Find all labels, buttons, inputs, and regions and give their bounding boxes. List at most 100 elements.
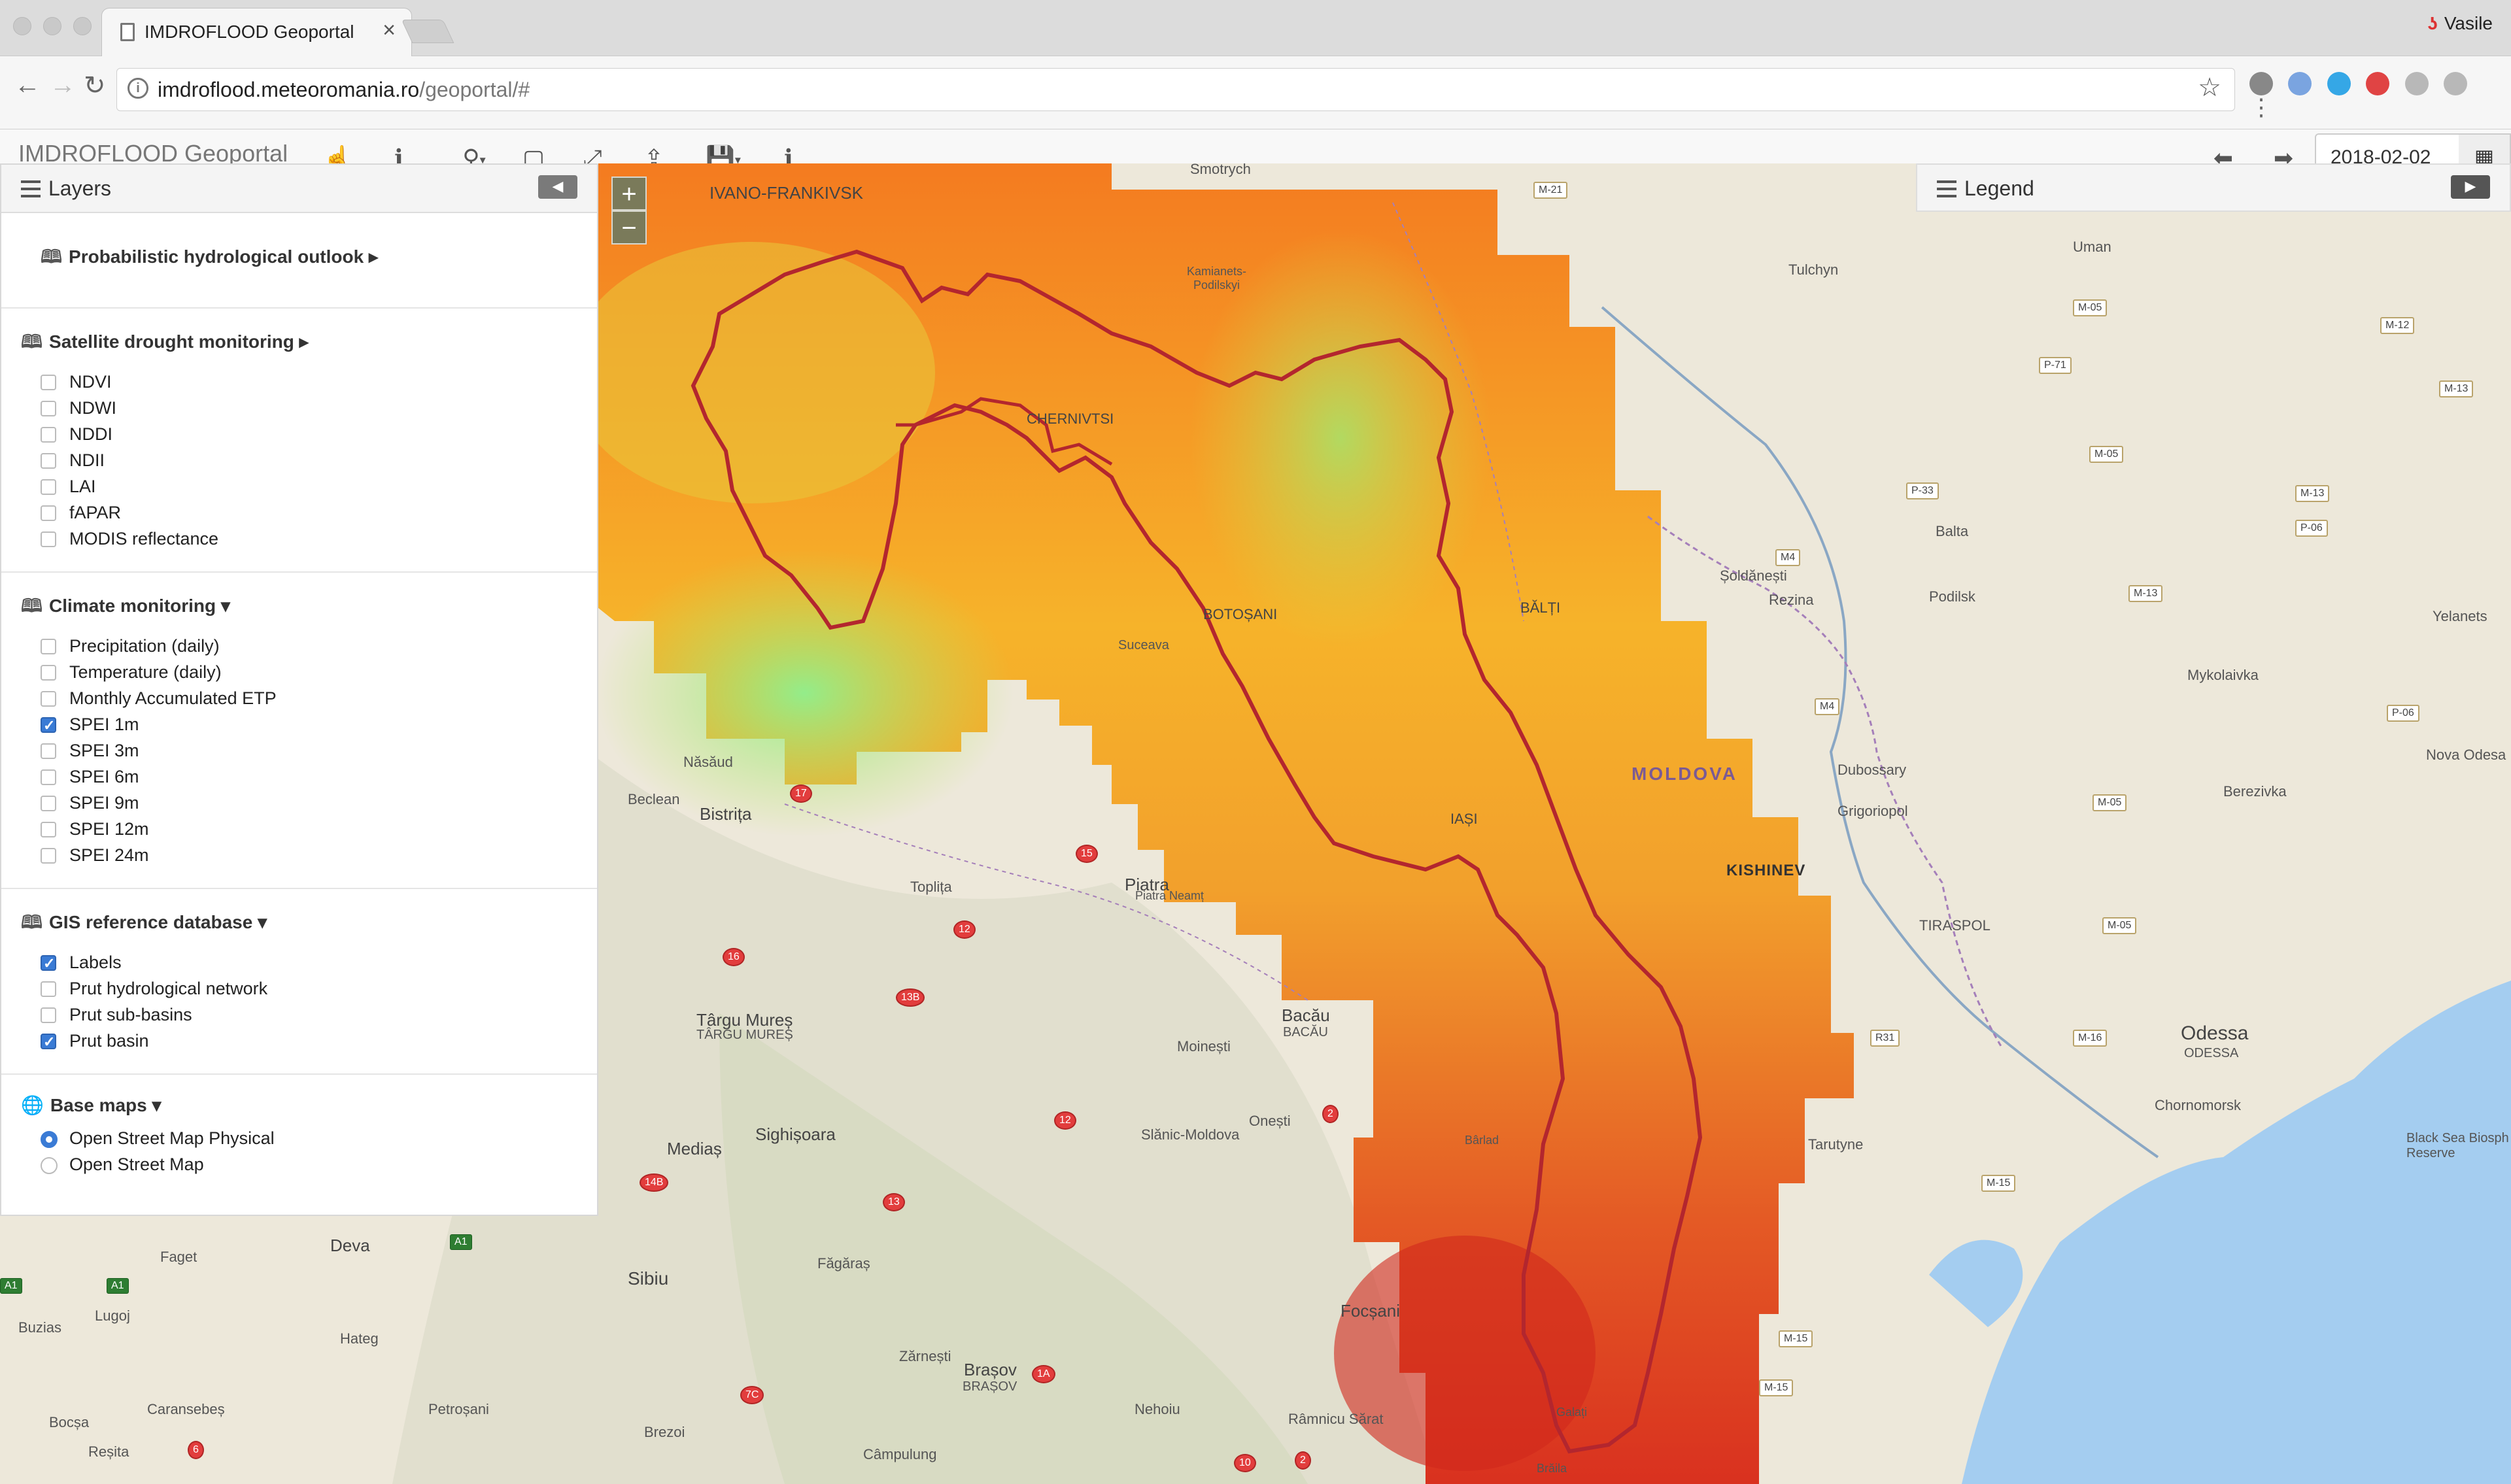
layer-label: SPEI 12m [69, 819, 149, 839]
map-label: Slănic-Moldova [1141, 1126, 1240, 1143]
layer-checkbox[interactable] [41, 743, 56, 759]
road-shield: P-06 [2387, 705, 2419, 722]
layer-item-prut-subbasins[interactable]: Prut sub-basins [21, 1002, 577, 1028]
layer-checkbox[interactable] [41, 505, 56, 521]
layer-checkbox[interactable] [41, 796, 56, 811]
extension-icon[interactable] [2444, 72, 2468, 95]
layer-label: NDII [69, 450, 105, 470]
road-shield: P-06 [2295, 520, 2328, 537]
profile-badge[interactable]: ʖ Vasile [2427, 13, 2493, 34]
layer-checkbox[interactable] [41, 1007, 56, 1023]
layer-item-labels[interactable]: Labels [21, 949, 577, 977]
translate-icon[interactable] [2288, 72, 2312, 95]
layer-item-lai[interactable]: LAI [21, 473, 577, 499]
basemap-radio[interactable] [41, 1157, 58, 1174]
tab-title: IMDROFLOOD Geoportal [145, 22, 354, 42]
tab-close-icon[interactable]: × [383, 18, 396, 43]
layer-group-title[interactable]: 🕮 Satellite drought monitoring ▸ [21, 309, 577, 369]
window-maximize-button[interactable] [73, 17, 92, 35]
layer-checkbox[interactable] [41, 531, 56, 547]
menu-kebab-icon[interactable]: ⋮ [2249, 95, 2273, 119]
layer-item-modis[interactable]: MODIS reflectance [21, 526, 577, 552]
extension-icon[interactable] [2327, 72, 2351, 95]
layer-item-ndvi[interactable]: NDVI [21, 369, 577, 395]
window-minimize-button[interactable] [43, 17, 61, 35]
url-input[interactable]: i imdroflood.meteoromania.ro/geoportal/#… [116, 68, 2235, 111]
expand-legend-button[interactable]: ▶ [2451, 175, 2490, 199]
layer-item-nddi[interactable]: NDDI [21, 421, 577, 447]
layer-checkbox[interactable] [41, 453, 56, 469]
layer-group-title[interactable]: 🕮 Climate monitoring ▾ [21, 573, 577, 633]
layer-checkbox[interactable] [41, 822, 56, 837]
layer-item-precipitation[interactable]: Precipitation (daily) [21, 633, 577, 659]
road-shield: 10 [1234, 1454, 1256, 1472]
reload-icon[interactable]: ↻ [84, 71, 106, 101]
map-label: Brăila [1537, 1462, 1567, 1475]
map-label: Moinești [1177, 1038, 1231, 1054]
zoom-out-button[interactable]: − [611, 211, 647, 245]
spei-dry-area [1334, 1236, 1596, 1471]
layer-checkbox[interactable] [41, 1029, 56, 1055]
layer-item-ndwi[interactable]: NDWI [21, 395, 577, 421]
layer-item-temperature[interactable]: Temperature (daily) [21, 659, 577, 685]
layer-checkbox[interactable] [41, 375, 56, 390]
layer-item-etp[interactable]: Monthly Accumulated ETP [21, 685, 577, 711]
layer-checkbox[interactable] [41, 769, 56, 785]
layer-item-spei-9m[interactable]: SPEI 9m [21, 790, 577, 816]
collapse-panel-button[interactable]: ◀ [538, 175, 577, 199]
layers-panel-header: Layers ◀ [1, 165, 597, 213]
map-label: Onești [1249, 1113, 1291, 1129]
layer-checkbox[interactable] [41, 639, 56, 654]
browser-address-bar: ← → ↻ i imdroflood.meteoromania.ro/geopo… [0, 56, 2511, 129]
layer-checkbox[interactable] [41, 951, 56, 977]
back-arrow-icon[interactable]: ← [14, 71, 41, 100]
layer-item-spei-24m[interactable]: SPEI 24m [21, 842, 577, 868]
layer-label: Precipitation (daily) [69, 636, 220, 656]
site-info-icon[interactable]: i [128, 78, 148, 99]
layer-item-spei-12m[interactable]: SPEI 12m [21, 816, 577, 842]
layer-item-spei-3m[interactable]: SPEI 3m [21, 737, 577, 764]
extension-icon[interactable] [2249, 72, 2273, 95]
layer-label: SPEI 1m [69, 715, 139, 734]
layer-checkbox[interactable] [41, 981, 56, 997]
layer-checkbox[interactable] [41, 401, 56, 416]
basemap-option-osm[interactable]: Open Street Map [21, 1151, 577, 1177]
map-label: Nova Odesa [2426, 747, 2506, 763]
forward-arrow-icon[interactable]: → [50, 71, 76, 100]
layer-item-spei-1m[interactable]: SPEI 1m [21, 711, 577, 739]
map-label: Șoldănești [1720, 567, 1787, 584]
basemap-option-osm-physical[interactable]: Open Street Map Physical [21, 1125, 577, 1151]
layer-group-title[interactable]: 🕮 Probabilistic hydrological outlook ▸ [41, 213, 577, 288]
map-label: Bacău [1282, 1005, 1330, 1025]
road-shield: A1 [107, 1278, 129, 1294]
layer-checkbox[interactable] [41, 713, 56, 739]
base-maps-title[interactable]: 🌐 Base maps ▾ [21, 1075, 577, 1125]
browser-tab-active[interactable]: IMDROFLOOD Geoportal × [101, 8, 412, 56]
bookmark-star-icon[interactable]: ☆ [2198, 73, 2221, 103]
layer-group-label: GIS reference database [49, 912, 253, 932]
extension-icon[interactable] [2404, 72, 2429, 95]
layer-checkbox[interactable] [41, 691, 56, 707]
map-label: Năsăud [683, 754, 733, 770]
layer-item-ndii[interactable]: NDII [21, 447, 577, 473]
layer-item-prut-basin[interactable]: Prut basin [21, 1028, 577, 1055]
layer-group-title[interactable]: 🕮 GIS reference database ▾ [21, 889, 577, 949]
map-label: Caransebeș [147, 1401, 225, 1417]
road-shield: A1 [450, 1234, 472, 1250]
map-label: Piatra Neamț [1135, 889, 1204, 902]
layer-checkbox[interactable] [41, 665, 56, 681]
road-shield: M-05 [2092, 794, 2127, 811]
layer-checkbox[interactable] [41, 848, 56, 864]
layer-item-spei-6m[interactable]: SPEI 6m [21, 764, 577, 790]
profile-icon: ʖ [2427, 13, 2438, 33]
zoom-in-button[interactable]: + [611, 177, 647, 211]
layer-checkbox[interactable] [41, 479, 56, 495]
map-label: Râmnicu Sărat [1288, 1411, 1384, 1427]
basemap-radio[interactable] [41, 1131, 58, 1148]
layer-checkbox[interactable] [41, 427, 56, 443]
layer-item-fapar[interactable]: fAPAR [21, 499, 577, 526]
layer-item-prut-network[interactable]: Prut hydrological network [21, 975, 577, 1002]
window-close-button[interactable] [13, 17, 31, 35]
adblock-icon[interactable] [2366, 72, 2390, 95]
layers-panel: Layers ◀ 🕮 Probabilistic hydrological out… [0, 163, 598, 1216]
